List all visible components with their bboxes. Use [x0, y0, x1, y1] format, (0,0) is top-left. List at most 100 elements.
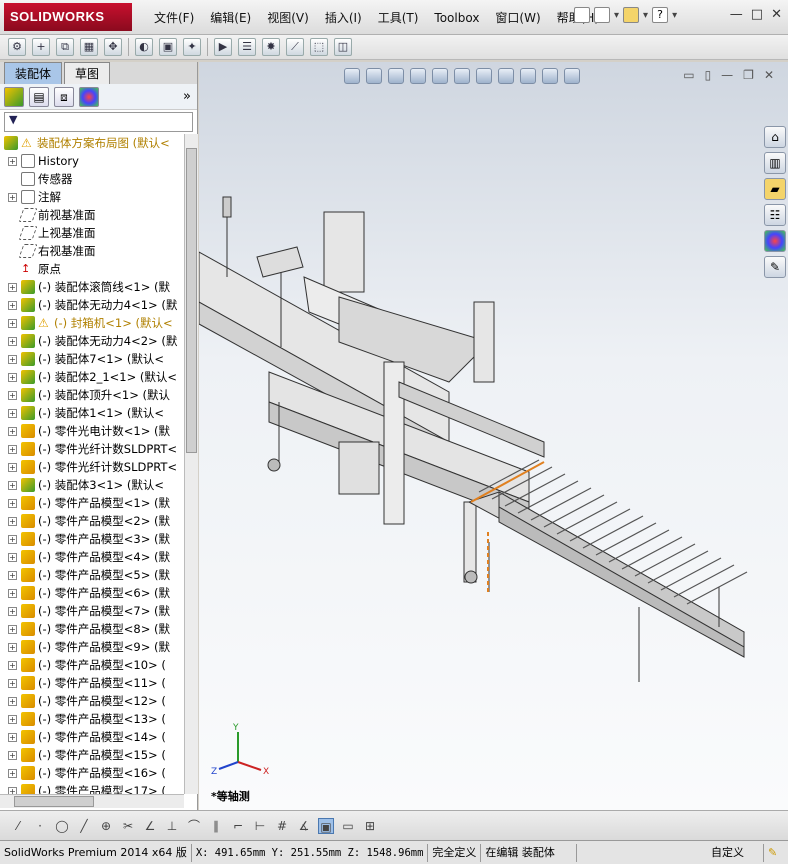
- dropdown-arrow-icon[interactable]: ▾: [672, 10, 677, 21]
- assembly-features-icon[interactable]: ▣: [159, 38, 177, 56]
- tree-item[interactable]: + (-) 零件光纤计数SLDPRT<: [0, 440, 184, 458]
- bill-of-materials-icon[interactable]: ☰: [238, 38, 256, 56]
- tree-horizontal-scrollbar[interactable]: [0, 794, 184, 808]
- move-component-icon[interactable]: ✥: [104, 38, 122, 56]
- tree-item[interactable]: + (-) 零件产品模型<13> (: [0, 710, 184, 728]
- perpendicular-icon[interactable]: ⊥: [164, 818, 180, 834]
- tree-item[interactable]: + (-) 装配体2_1<1> (默认<: [0, 368, 184, 386]
- expand-toggle-icon[interactable]: +: [8, 426, 17, 436]
- tree-item[interactable]: + (-) 零件产品模型<6> (默: [0, 584, 184, 602]
- tree-item[interactable]: + (-) 零件产品模型<2> (默: [0, 512, 184, 530]
- expand-toggle-icon[interactable]: +: [8, 552, 17, 562]
- display-manager-icon[interactable]: [79, 86, 99, 107]
- tree-filter[interactable]: ▼: [4, 112, 193, 132]
- expand-toggle-icon[interactable]: +: [8, 786, 17, 794]
- feature-manager-icon[interactable]: [4, 86, 24, 107]
- tree-item[interactable]: + (-) 零件产品模型<12> (: [0, 692, 184, 710]
- new-motion-study-icon[interactable]: ▶: [214, 38, 232, 56]
- slash-icon[interactable]: ╱: [76, 818, 92, 834]
- expand-toggle-icon[interactable]: +: [8, 678, 17, 688]
- pin-icon[interactable]: [574, 7, 590, 23]
- arc-icon[interactable]: ⌒: [186, 818, 202, 834]
- expand-toggle-icon[interactable]: +: [8, 660, 17, 670]
- angle-dimension-icon[interactable]: ∡: [296, 818, 312, 834]
- tree-item[interactable]: + (-) 零件产品模型<7> (默: [0, 602, 184, 620]
- expand-toggle-icon[interactable]: +: [8, 624, 17, 634]
- tree-item[interactable]: + (-) 零件产品模型<4> (默: [0, 548, 184, 566]
- tree-item[interactable]: + (-) 零件光纤计数SLDPRT<: [0, 458, 184, 476]
- expand-toggle-icon[interactable]: +: [8, 516, 17, 526]
- expand-toggle-icon[interactable]: +: [8, 336, 17, 346]
- tree-item[interactable]: + (-) 装配体滚筒线<1> (默: [0, 278, 184, 296]
- menu-item-6[interactable]: 窗口(W): [487, 9, 548, 27]
- expand-toggle-icon[interactable]: +: [8, 696, 17, 706]
- snapshot-icon[interactable]: ◫: [334, 38, 352, 56]
- tree-item[interactable]: + ⚠ (-) 封箱机<1> (默认<: [0, 314, 184, 332]
- new-document-icon[interactable]: [594, 7, 610, 23]
- rebuild-icon[interactable]: ✎: [764, 844, 788, 862]
- graphics-viewport[interactable]: ▭ ▯ — ❐ ✕ ⌂ ▥ ▰ ☷ ✎ Y X Z *等轴测: [199, 62, 788, 810]
- expand-toggle-icon[interactable]: +: [8, 480, 17, 490]
- parallel-icon[interactable]: ∥: [208, 818, 224, 834]
- expand-toggle-icon[interactable]: +: [8, 606, 17, 616]
- expand-toggle-icon[interactable]: +: [8, 444, 17, 454]
- circle-icon[interactable]: ◯: [54, 818, 70, 834]
- front-view-icon[interactable]: ▭: [340, 818, 356, 834]
- angle-icon[interactable]: ∠: [142, 818, 158, 834]
- expand-toggle-icon[interactable]: +: [8, 282, 17, 292]
- tree-item[interactable]: + (-) 零件产品模型<17> (: [0, 782, 184, 794]
- expand-toggle-icon[interactable]: +: [8, 768, 17, 778]
- trim-icon[interactable]: ✂: [120, 818, 136, 834]
- tree-item[interactable]: 上视基准面: [0, 224, 184, 242]
- expand-toggle-icon[interactable]: +: [8, 462, 17, 472]
- tree-item[interactable]: + (-) 零件产品模型<1> (默: [0, 494, 184, 512]
- show-hidden-icon[interactable]: ◐: [135, 38, 153, 56]
- open-folder-icon[interactable]: [623, 7, 640, 23]
- dropdown-arrow-icon[interactable]: ▾: [643, 10, 648, 21]
- corner-icon[interactable]: ⌐: [230, 818, 246, 834]
- tree-item[interactable]: + (-) 零件产品模型<3> (默: [0, 530, 184, 548]
- tree-item[interactable]: + History: [0, 152, 184, 170]
- property-manager-icon[interactable]: ▤: [29, 86, 49, 107]
- tree-item[interactable]: 传感器: [0, 170, 184, 188]
- expand-toggle-icon[interactable]: +: [8, 588, 17, 598]
- line-icon[interactable]: ⁄: [10, 818, 26, 834]
- menu-item-2[interactable]: 视图(V): [259, 9, 317, 27]
- tree-item[interactable]: + (-) 装配体无动力4<1> (默: [0, 296, 184, 314]
- tree-root[interactable]: ⚠ 装配体方案布局图 (默认<: [0, 134, 184, 152]
- tab-assembly[interactable]: 装配体: [4, 62, 63, 84]
- menu-item-4[interactable]: 工具(T): [370, 9, 427, 27]
- expand-toggle-icon[interactable]: +: [8, 156, 17, 166]
- pattern-icon[interactable]: ▦: [80, 38, 98, 56]
- expand-toggle-icon[interactable]: +: [8, 642, 17, 652]
- assembly-model[interactable]: [199, 62, 788, 810]
- expand-toggle-icon[interactable]: +: [8, 498, 17, 508]
- tree-item[interactable]: + (-) 装配体1<1> (默认<: [0, 404, 184, 422]
- mate-icon[interactable]: ⧉: [56, 38, 74, 56]
- dropdown-arrow-icon[interactable]: ▾: [614, 10, 619, 21]
- configuration-manager-icon[interactable]: ⧈: [54, 86, 74, 107]
- help-icon[interactable]: ?: [652, 7, 669, 23]
- maximize-button[interactable]: □: [751, 7, 763, 22]
- reference-geometry-icon[interactable]: ✦: [183, 38, 201, 56]
- tree-item[interactable]: + (-) 零件产品模型<11> (: [0, 674, 184, 692]
- expand-toggle-icon[interactable]: +: [8, 714, 17, 724]
- tree-item[interactable]: 右视基准面: [0, 242, 184, 260]
- menu-item-3[interactable]: 插入(I): [317, 9, 370, 27]
- tree-item[interactable]: + (-) 零件光电计数<1> (默: [0, 422, 184, 440]
- menu-item-0[interactable]: 文件(F): [146, 9, 202, 27]
- expand-toggle-icon[interactable]: +: [8, 534, 17, 544]
- expand-toggle-icon[interactable]: +: [8, 318, 17, 328]
- minimize-button[interactable]: —: [730, 7, 743, 22]
- expand-toggle-icon[interactable]: +: [8, 372, 17, 382]
- tree-item[interactable]: + (-) 零件产品模型<5> (默: [0, 566, 184, 584]
- tree-vertical-scrollbar[interactable]: [184, 134, 198, 794]
- expand-toggle-icon[interactable]: +: [8, 192, 17, 202]
- tree-item[interactable]: + (-) 装配体顶升<1> (默认: [0, 386, 184, 404]
- unit-system[interactable]: 自定义: [692, 843, 764, 862]
- instant3d-icon[interactable]: ⬚: [310, 38, 328, 56]
- scroll-thumb[interactable]: [186, 148, 197, 453]
- isometric-view-icon[interactable]: ▣: [318, 817, 334, 834]
- tree-item[interactable]: ↥ 原点: [0, 260, 184, 278]
- point-icon[interactable]: ·: [32, 818, 48, 834]
